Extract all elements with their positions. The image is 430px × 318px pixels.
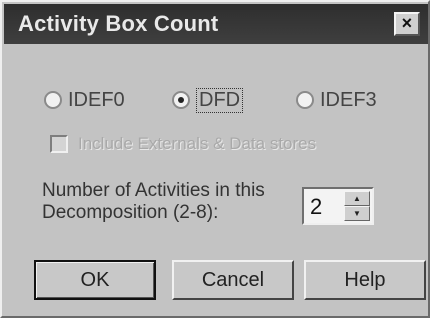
title-bar: Activity Box Count × — [4, 4, 428, 44]
radio-label-idef0[interactable]: IDEF0 — [68, 89, 125, 112]
radio-dfd[interactable]: DFD — [172, 82, 244, 118]
cancel-button[interactable]: Cancel — [172, 260, 294, 300]
radio-circle-idef3[interactable] — [296, 91, 314, 109]
activities-count-spinner[interactable]: 2 ▲ ▼ — [302, 187, 374, 225]
activities-count-label: Number of Activities in this Decompositi… — [42, 180, 302, 224]
radio-label-idef3[interactable]: IDEF3 — [320, 89, 377, 112]
radio-label-dfd[interactable]: DFD — [196, 87, 244, 113]
methodology-radio-group: IDEF0 DFD IDEF3 — [44, 82, 404, 118]
radio-idef0[interactable]: IDEF0 — [44, 82, 125, 118]
help-button[interactable]: Help — [304, 260, 426, 300]
activity-box-count-dialog: Activity Box Count × IDEF0 DFD IDEF3 Inc… — [0, 0, 430, 318]
radio-circle-dfd[interactable] — [172, 91, 190, 109]
include-externals-checkbox[interactable] — [50, 135, 68, 153]
include-externals-row[interactable]: Include Externals & Data stores — [50, 134, 316, 154]
close-icon[interactable]: × — [394, 12, 420, 36]
window-title: Activity Box Count — [18, 11, 219, 36]
ok-button[interactable]: OK — [34, 260, 156, 300]
radio-idef3[interactable]: IDEF3 — [296, 82, 377, 118]
include-externals-label: Include Externals & Data stores — [78, 134, 317, 153]
chevron-down-icon[interactable]: ▼ — [344, 206, 370, 221]
activities-count-value[interactable]: 2 — [310, 194, 322, 220]
activities-label-line2: Decomposition (2-8): — [42, 202, 219, 223]
radio-circle-idef0[interactable] — [44, 91, 62, 109]
activities-label-line1: Number of Activities in this — [42, 180, 265, 201]
chevron-up-icon[interactable]: ▲ — [344, 191, 370, 206]
